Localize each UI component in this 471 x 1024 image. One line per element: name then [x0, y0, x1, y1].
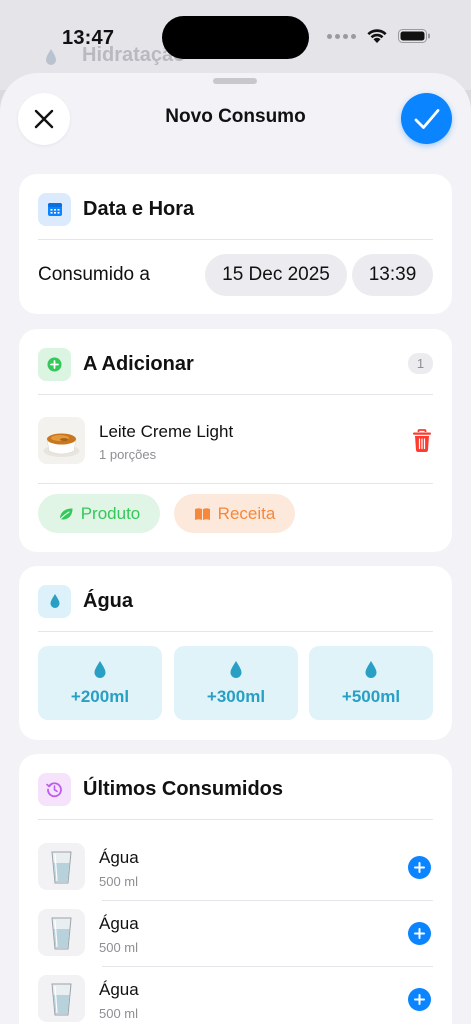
- item-name: Leite Creme Light: [99, 422, 234, 441]
- dynamic-island: [162, 16, 309, 59]
- divider: [38, 819, 433, 820]
- add-300ml-button[interactable]: +300ml: [174, 646, 298, 720]
- consumed-at-label: Consumido a: [38, 264, 150, 285]
- drop-icon: [46, 49, 56, 65]
- add-recent-button[interactable]: [408, 988, 431, 1011]
- recent-item-name: Água: [99, 980, 139, 999]
- calendar-icon: [38, 192, 71, 226]
- add-200ml-label: +200ml: [70, 686, 130, 706]
- to-add-card: A Adicionar 1 Leite Creme Light 1 porçõe…: [19, 329, 452, 552]
- date-time-title: Data e Hora: [83, 197, 195, 220]
- recent-item-amount: 500 ml: [99, 1006, 139, 1021]
- divider: [38, 239, 433, 240]
- food-thumbnail: [38, 417, 85, 464]
- plus-circle-icon: [38, 347, 71, 381]
- product-button[interactable]: Produto: [38, 494, 160, 533]
- status-indicators: [327, 28, 431, 44]
- status-time: 13:47: [62, 27, 115, 49]
- recent-header: Últimos Consumidos: [38, 772, 433, 806]
- date-time-card: Data e Hora Consumido a 15 Dec 2025 13:3…: [19, 174, 452, 314]
- add-recent-button[interactable]: [408, 856, 431, 879]
- recent-consumed-card: Últimos Consumidos Água 500 ml Água 500 …: [19, 754, 452, 1024]
- date-picker[interactable]: 15 Dec 2025: [205, 254, 347, 296]
- item-count-badge: 1: [408, 353, 433, 374]
- recipe-button[interactable]: Receita: [174, 494, 295, 533]
- water-drop-icon: [94, 660, 106, 678]
- water-card: Água +200ml +300ml +500ml: [19, 566, 452, 740]
- add-500ml-label: +500ml: [341, 686, 401, 706]
- to-add-header: A Adicionar: [38, 347, 433, 381]
- item-portion: 1 porções: [99, 447, 157, 462]
- plus-icon: [414, 994, 425, 1005]
- water-header: Água: [38, 584, 433, 618]
- divider: [38, 394, 433, 395]
- divider: [38, 631, 433, 632]
- book-icon: [194, 507, 210, 520]
- add-300ml-label: +300ml: [206, 686, 266, 706]
- water-title: Água: [83, 589, 133, 612]
- list-item[interactable]: Água 500 ml: [19, 900, 452, 966]
- to-add-title: A Adicionar: [83, 352, 194, 375]
- add-500ml-button[interactable]: +500ml: [309, 646, 433, 720]
- wifi-icon: [367, 29, 387, 43]
- recent-item-name: Água: [99, 848, 139, 867]
- water-drop-icon: [38, 584, 71, 618]
- list-item[interactable]: Água 500 ml: [19, 966, 452, 1024]
- trash-icon[interactable]: [411, 429, 433, 453]
- water-glass-thumbnail: [38, 909, 85, 956]
- list-item[interactable]: Água 500 ml: [19, 834, 452, 900]
- water-drop-icon: [365, 660, 377, 678]
- recipe-label: Receita: [217, 503, 276, 523]
- recent-item-name: Água: [99, 914, 139, 933]
- battery-icon: [398, 29, 430, 43]
- plus-icon: [414, 928, 425, 939]
- date-time-header: Data e Hora: [38, 192, 433, 226]
- time-picker[interactable]: 13:39: [352, 254, 433, 296]
- add-200ml-button[interactable]: +200ml: [38, 646, 162, 720]
- new-consumption-sheet: Novo Consumo Data e Hora Consumido a 15 …: [0, 73, 471, 1024]
- recent-item-amount: 500 ml: [99, 940, 139, 955]
- sheet-grabber[interactable]: [213, 78, 257, 84]
- cellular-signal-icon: [327, 33, 356, 39]
- water-drop-icon: [230, 660, 242, 678]
- recent-item-amount: 500 ml: [99, 874, 139, 889]
- leaf-icon: [58, 508, 73, 521]
- confirm-button[interactable]: [401, 93, 452, 144]
- history-icon: [38, 772, 71, 806]
- product-label: Produto: [80, 503, 141, 523]
- water-glass-thumbnail: [38, 843, 85, 890]
- plus-icon: [414, 862, 425, 873]
- checkmark-icon: [414, 108, 439, 129]
- water-glass-thumbnail: [38, 975, 85, 1022]
- add-recent-button[interactable]: [408, 922, 431, 945]
- recent-title: Últimos Consumidos: [83, 777, 284, 800]
- divider: [38, 483, 433, 484]
